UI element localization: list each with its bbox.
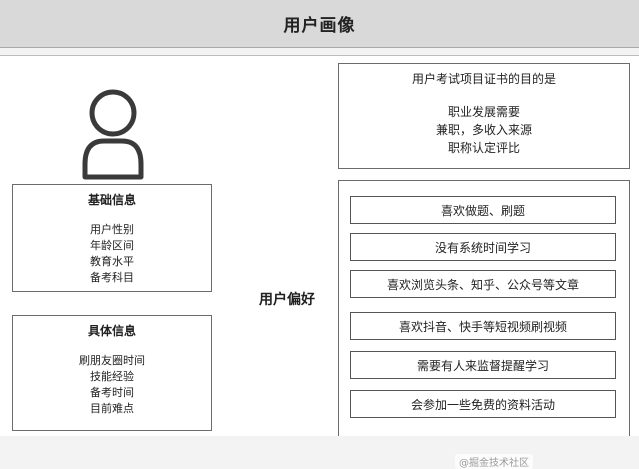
specific-info-title: 具体信息	[87, 324, 136, 338]
preference-item: 需要有人来监督提醒学习	[350, 351, 616, 379]
basic-info-title: 基础信息	[87, 193, 136, 207]
goal-box: 用户考试项目证书的目的是 职业发展需要 兼职，多收入来源 职称认定评比	[338, 63, 630, 169]
basic-info-box: 基础信息 用户性别 年龄区间 教育水平 备考科目	[12, 184, 212, 292]
preference-item: 喜欢抖音、快手等短视频刷视频	[350, 312, 616, 340]
basic-info-item: 教育水平	[90, 255, 134, 268]
goal-title: 用户考试项目证书的目的是	[411, 72, 556, 86]
page-header: 用户画像	[0, 0, 639, 48]
goal-item: 职称认定评比	[447, 141, 520, 155]
basic-info-item: 用户性别	[90, 223, 134, 236]
specific-info-box: 具体信息 刷朋友圈时间 技能经验 备考时间 目前难点	[12, 315, 212, 431]
diagram-canvas: 基础信息 用户性别 年龄区间 教育水平 备考科目 具体信息 刷朋友圈时间 技能经…	[0, 55, 639, 469]
watermark: @掘金技术社区	[455, 454, 533, 469]
preference-item: 喜欢做题、刷题	[350, 196, 616, 224]
goal-item: 兼职，多收入来源	[435, 123, 532, 137]
specific-info-item: 技能经验	[90, 370, 134, 383]
preference-item: 没有系统时间学习	[350, 233, 616, 261]
preferences-label: 用户偏好	[259, 292, 315, 308]
preference-item: 喜欢浏览头条、知乎、公众号等文章	[350, 270, 616, 298]
user-avatar-icon	[82, 89, 144, 180]
specific-info-item: 备考时间	[90, 386, 134, 399]
page-title: 用户画像	[283, 16, 356, 36]
specific-info-item: 刷朋友圈时间	[79, 354, 145, 367]
goal-item: 职业发展需要	[447, 105, 520, 119]
preference-item: 会参加一些免费的资料活动	[350, 390, 616, 418]
specific-info-item: 目前难点	[90, 402, 134, 415]
basic-info-item: 年龄区间	[90, 239, 134, 252]
basic-info-item: 备考科目	[90, 271, 134, 284]
